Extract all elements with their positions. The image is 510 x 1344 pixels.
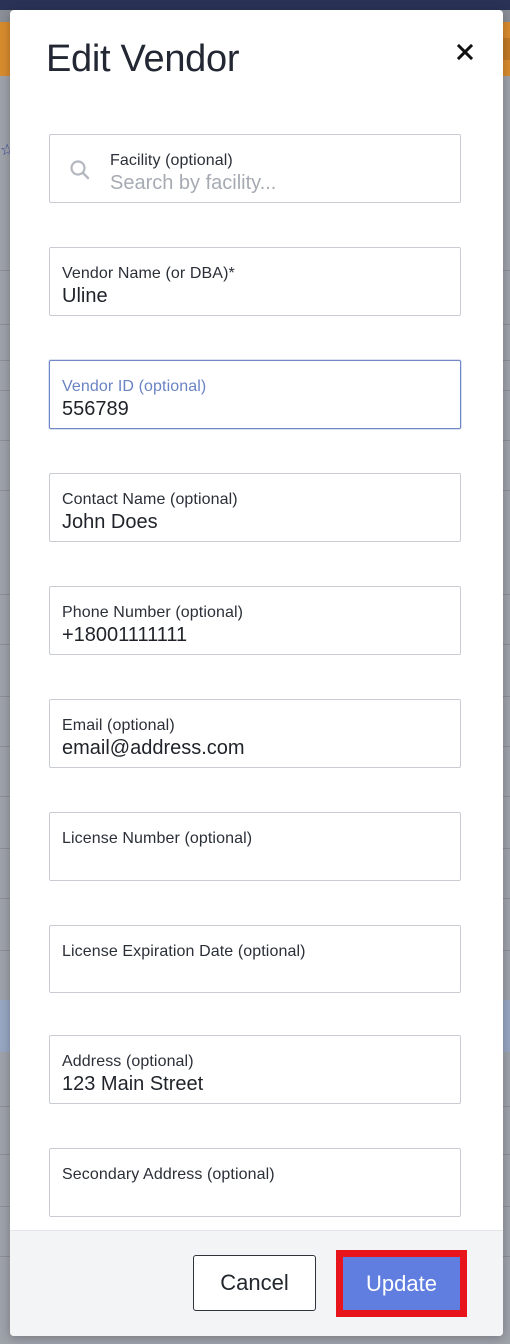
vendor-id-value: 556789 [62,398,129,420]
email-label: Email (optional) [62,717,175,734]
license-expiration-date-label: License Expiration Date (optional) [62,943,306,960]
email-value: email@address.com [62,737,245,759]
license-expiration-date-field[interactable]: License Expiration Date (optional) [49,925,461,993]
vendor-name-field[interactable]: Vendor Name (or DBA)* Uline [49,247,461,316]
cancel-button[interactable]: Cancel [193,1255,316,1311]
vendor-name-label: Vendor Name (or DBA)* [62,265,235,282]
address-value: 123 Main Street [62,1073,204,1095]
modal-title: Edit Vendor [46,38,240,80]
email-field[interactable]: Email (optional) email@address.com [49,699,461,768]
update-button-highlight: Update [336,1250,467,1317]
secondary-address-field[interactable]: Secondary Address (optional) [49,1148,461,1217]
update-button[interactable]: Update [343,1257,460,1310]
phone-number-field[interactable]: Phone Number (optional) +18001111111 [49,586,461,655]
secondary-address-label: Secondary Address (optional) [62,1166,275,1183]
vendor-id-field[interactable]: Vendor ID (optional) 556789 [49,360,461,429]
contact-name-field[interactable]: Contact Name (optional) John Does [49,473,461,542]
background-top-bar [0,0,510,10]
address-field[interactable]: Address (optional) 123 Main Street [49,1035,461,1104]
search-icon [70,160,90,180]
vendor-name-value: Uline [62,285,108,307]
phone-number-value: +18001111111 [62,624,188,646]
license-number-label: License Number (optional) [62,830,253,847]
license-number-field[interactable]: License Number (optional) [49,812,461,881]
contact-name-label: Contact Name (optional) [62,491,238,508]
modal-footer: Cancel Update [10,1230,503,1336]
contact-name-value: John Does [62,511,158,533]
close-button[interactable] [451,38,479,66]
facility-search-field[interactable]: Facility (optional) Search by facility..… [49,134,461,203]
address-label: Address (optional) [62,1053,194,1070]
phone-number-label: Phone Number (optional) [62,604,244,621]
vendor-id-label: Vendor ID (optional) [62,378,207,395]
facility-placeholder: Search by facility... [110,172,277,194]
close-icon [457,44,473,60]
facility-label: Facility (optional) [110,152,233,169]
edit-vendor-modal: Edit Vendor Facility (optional) Search b… [10,10,503,1336]
